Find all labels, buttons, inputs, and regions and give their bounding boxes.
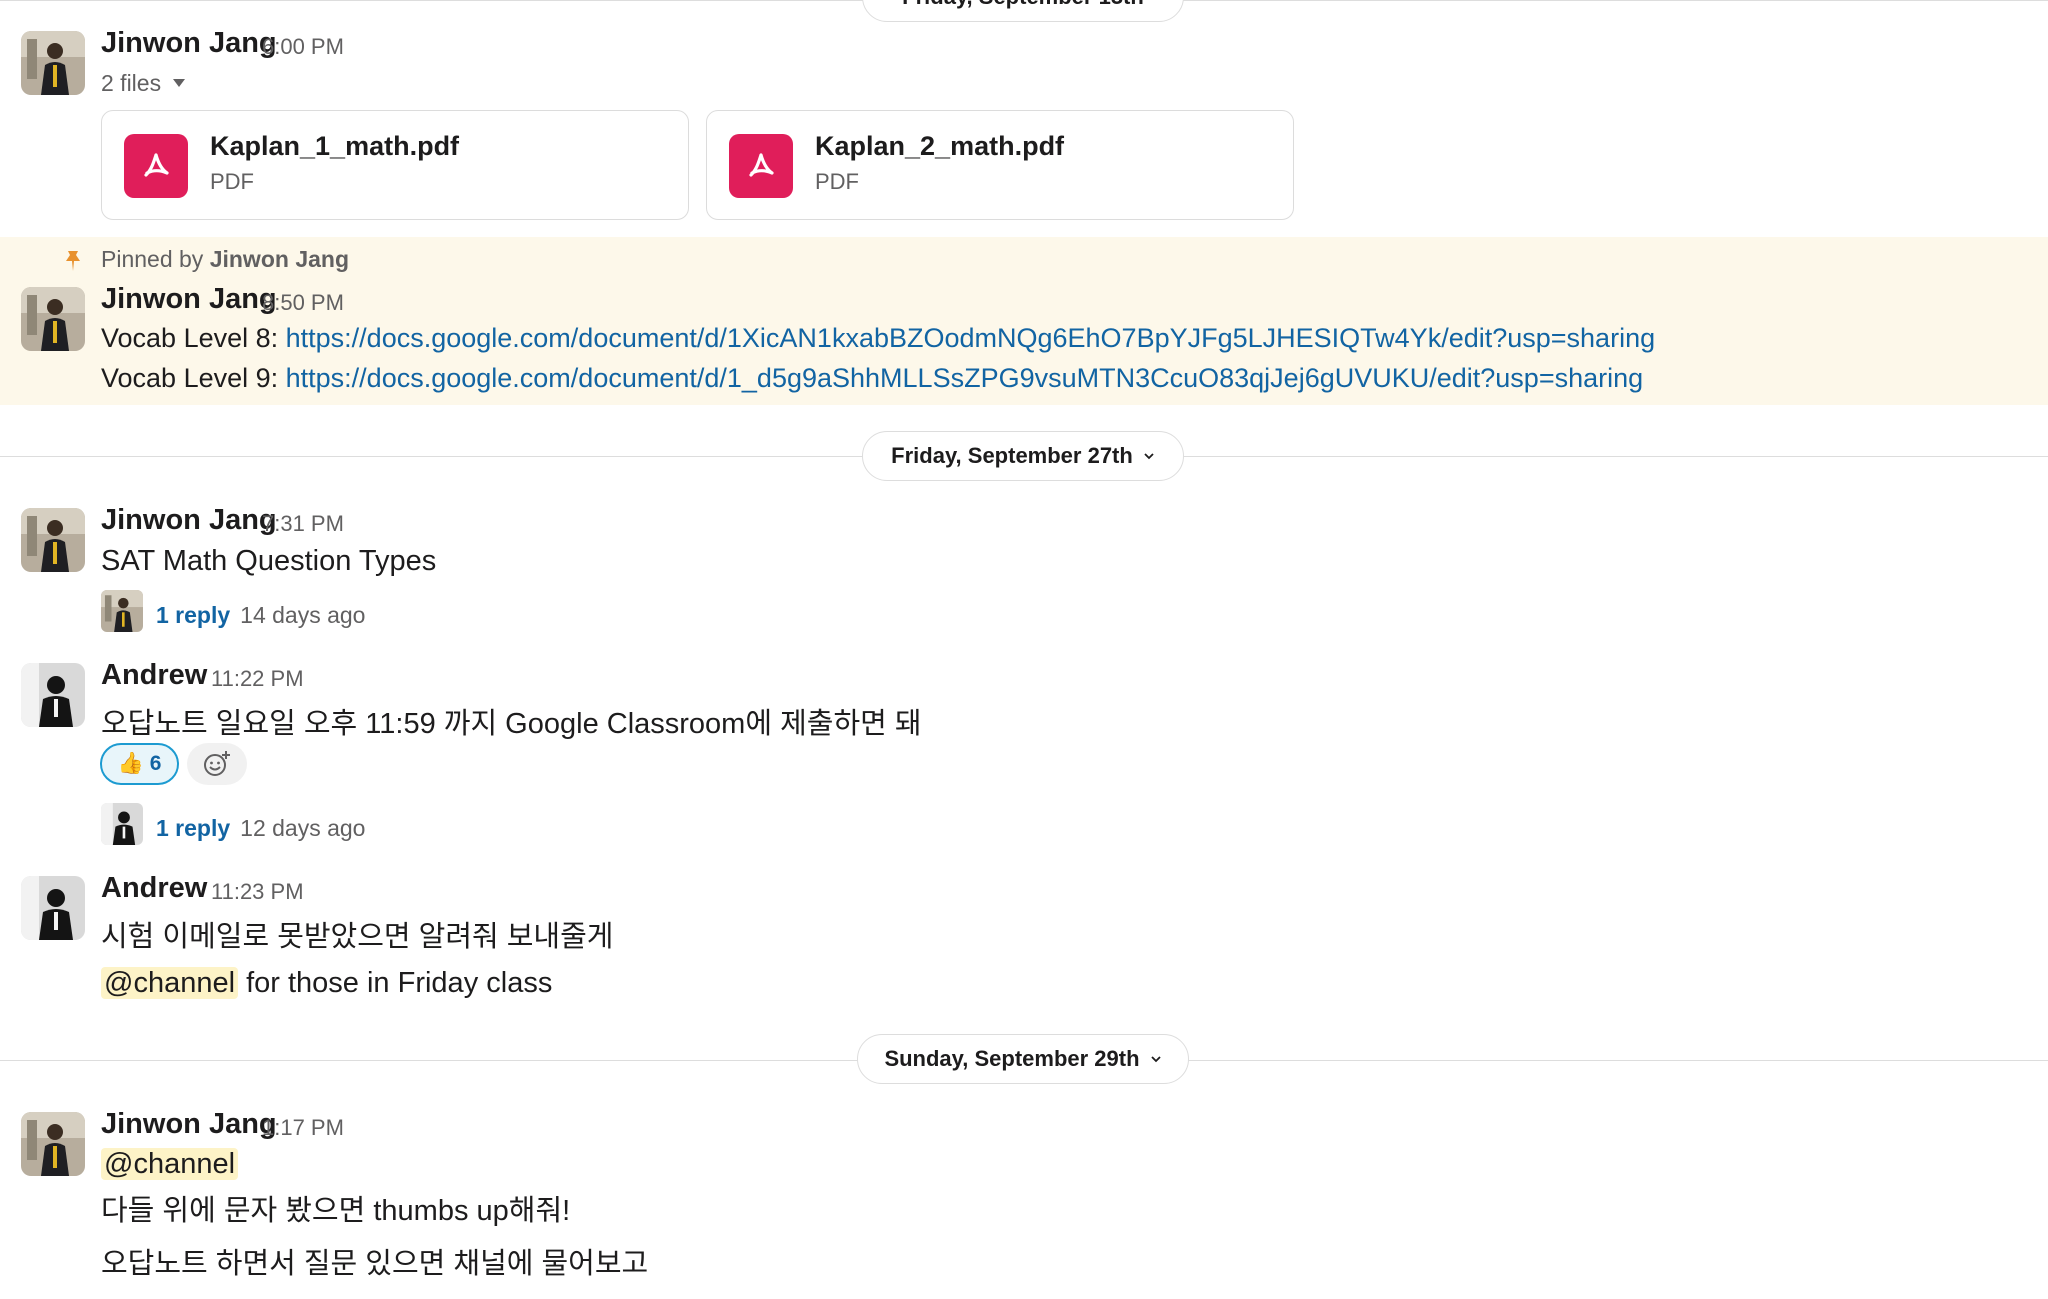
date-divider-pill[interactable]: Sunday, September 29th [857,1034,1189,1084]
files-toggle[interactable]: 2 files [101,70,186,97]
message-author[interactable]: Andrew [101,872,207,905]
reply-count-link[interactable]: 1 reply [156,602,230,628]
file-type: PDF [210,169,254,194]
chevron-down-icon [1144,453,1154,460]
avatar[interactable] [21,876,85,940]
message-text: 오답노트 하면서 질문 있으면 채널에 물어보고 [101,1248,649,1280]
message-author[interactable]: Andrew [101,659,207,692]
thread-replies[interactable]: 1 reply 12 days ago [156,811,365,844]
reply-last-time: 12 days ago [240,815,366,841]
date-label: Friday, September 27th [891,443,1133,468]
reply-last-time: 14 days ago [240,602,366,628]
message-author[interactable]: Jinwon Jang [101,27,277,60]
message-timestamp[interactable]: 7:31 PM [262,511,344,537]
reply-count-link[interactable]: 1 reply [156,815,230,841]
message-timestamp[interactable]: 11:22 PM [211,666,304,692]
message-text: SAT Math Question Types [101,545,437,577]
date-divider-pill[interactable]: Friday, September 13th [862,0,1184,22]
pinned-by-user[interactable]: Jinwon Jang [210,246,349,272]
message-link[interactable]: https://docs.google.com/document/d/1_d5g… [286,363,1644,393]
thread-participant-avatar [101,803,143,845]
thread-replies[interactable]: 1 reply 14 days ago [156,598,365,631]
message-author[interactable]: Jinwon Jang [101,1108,277,1141]
channel-mention[interactable]: @channel [101,1148,239,1180]
thumbs-up-icon: 👍 [117,752,144,775]
message-timestamp[interactable]: 11:23 PM [211,879,304,905]
date-label: Sunday, September 29th [884,1046,1140,1071]
add-reaction-icon [204,751,230,776]
pinned-by-prefix: Pinned by [101,246,204,272]
message-timestamp[interactable]: 8:50 PM [262,290,344,316]
message-text: @channel for those in Friday class [101,967,552,1000]
date-label: Friday, September 13th [902,0,1144,10]
files-toggle-label: 2 files [101,70,162,96]
avatar[interactable] [21,508,85,572]
thread-participant-avatar [101,590,143,632]
chevron-down-icon [1150,1056,1161,1063]
add-reaction-button[interactable] [187,743,247,785]
message-text: 오답노트 일요일 오후 11:59 까지 Google Classroom에 제… [101,708,922,740]
message-timestamp[interactable]: 6:00 PM [262,34,344,60]
message-text-prefix: Vocab Level 9: [101,363,286,393]
avatar[interactable] [21,663,85,727]
message-author[interactable]: Jinwon Jang [101,283,277,316]
message-text-suffix: for those in Friday class [238,967,553,999]
caret-down-icon [173,79,186,87]
file-attachment[interactable]: Kaplan_2_math.pdf PDF [706,110,1294,220]
message-link[interactable]: https://docs.google.com/document/d/1XicA… [286,323,1655,353]
pdf-file-icon [729,134,793,198]
date-divider-pill[interactable]: Friday, September 27th [862,431,1184,481]
message-author[interactable]: Jinwon Jang [101,504,277,537]
reaction-thumbs-up[interactable]: 👍 6 [100,743,179,785]
file-type: PDF [815,169,859,194]
pin-icon [62,248,84,281]
channel-mention[interactable]: @channel [101,967,239,999]
pinned-by-label: Pinned by Jinwon Jang [101,246,349,273]
pdf-file-icon [124,134,188,198]
file-name: Kaplan_1_math.pdf [210,131,460,161]
file-attachment[interactable]: Kaplan_1_math.pdf PDF [101,110,689,220]
message-text-prefix: Vocab Level 8: [101,323,286,353]
message-text: Vocab Level 8: https://docs.google.com/d… [101,323,1655,354]
message-timestamp[interactable]: 1:17 PM [262,1115,344,1141]
message-text: 다들 위에 문자 봤으면 thumbs up해줘! [101,1195,571,1227]
reaction-count: 6 [149,752,162,775]
message-text: Vocab Level 9: https://docs.google.com/d… [101,363,1643,394]
avatar[interactable] [21,31,85,95]
avatar[interactable] [21,287,85,351]
message-text: 시험 이메일로 못받았으면 알려줘 보내줄게 [101,921,614,953]
avatar[interactable] [21,1112,85,1176]
file-name: Kaplan_2_math.pdf [815,131,1065,161]
message-text: @channel [101,1148,239,1181]
